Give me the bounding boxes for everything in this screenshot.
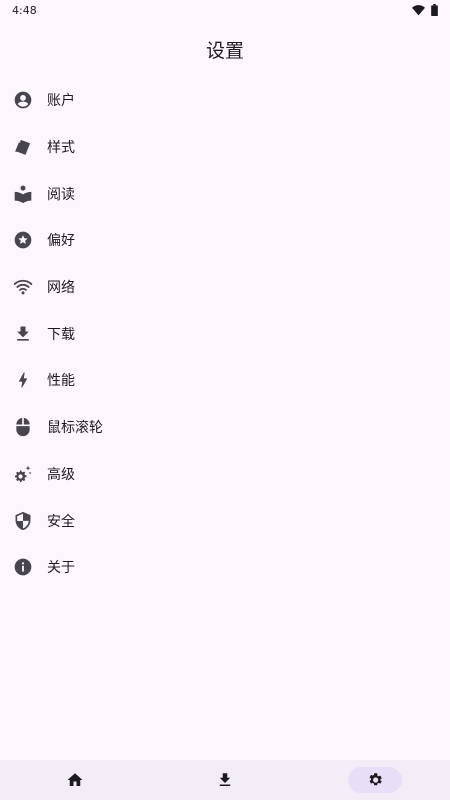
menu-item-label: 阅读 (47, 186, 75, 203)
mouse-icon (13, 417, 33, 437)
menu-item-label: 账户 (47, 93, 75, 110)
battery-icon (431, 4, 438, 16)
status-icons (412, 4, 438, 16)
info-icon (13, 557, 33, 577)
settings-gear-icon (348, 767, 402, 793)
account-circle-icon (13, 90, 33, 110)
menu-item-style[interactable]: 样式 (0, 124, 450, 171)
menu-item-advanced[interactable]: 高级 (0, 451, 450, 498)
style-cards-icon (13, 137, 33, 157)
reading-book-icon (13, 184, 33, 204)
menu-item-label: 网络 (47, 280, 75, 297)
header: 设置 (0, 24, 450, 74)
status-bar: 4:48 (0, 0, 450, 20)
nav-item-downloads[interactable] (150, 760, 300, 800)
settings-menu-list: 账户 样式 阅读 偏好 网络 下载 性能 鼠标滚轮 高级 安全 关于 (0, 77, 450, 591)
menu-item-label: 性能 (47, 373, 75, 390)
menu-item-preferences[interactable]: 偏好 (0, 217, 450, 264)
menu-item-about[interactable]: 关于 (0, 544, 450, 591)
lightning-bolt-icon (13, 370, 33, 390)
menu-item-reading[interactable]: 阅读 (0, 170, 450, 217)
menu-item-label: 偏好 (47, 233, 75, 250)
nav-item-home[interactable] (0, 760, 150, 800)
shield-icon (13, 511, 33, 531)
wifi-icon (412, 4, 425, 16)
bottom-navigation (0, 760, 450, 800)
menu-item-mouse-wheel[interactable]: 鼠标滚轮 (0, 404, 450, 451)
menu-item-download[interactable]: 下载 (0, 310, 450, 357)
menu-item-label: 关于 (47, 560, 75, 577)
menu-item-security[interactable]: 安全 (0, 497, 450, 544)
home-icon (48, 767, 102, 793)
menu-item-account[interactable]: 账户 (0, 77, 450, 124)
gears-sparkle-icon (13, 464, 33, 484)
star-circle-icon (13, 230, 33, 250)
menu-item-label: 高级 (47, 466, 75, 483)
download-icon (13, 324, 33, 344)
menu-item-network[interactable]: 网络 (0, 264, 450, 311)
menu-item-label: 鼠标滚轮 (47, 420, 103, 437)
menu-item-label: 样式 (47, 140, 75, 157)
wifi-icon (13, 277, 33, 297)
download-icon (198, 767, 252, 793)
status-time: 4:48 (12, 3, 37, 17)
page-title: 设置 (205, 39, 244, 62)
menu-item-performance[interactable]: 性能 (0, 357, 450, 404)
nav-item-settings[interactable] (300, 760, 450, 800)
menu-item-label: 安全 (47, 513, 75, 530)
menu-item-label: 下载 (47, 326, 75, 343)
